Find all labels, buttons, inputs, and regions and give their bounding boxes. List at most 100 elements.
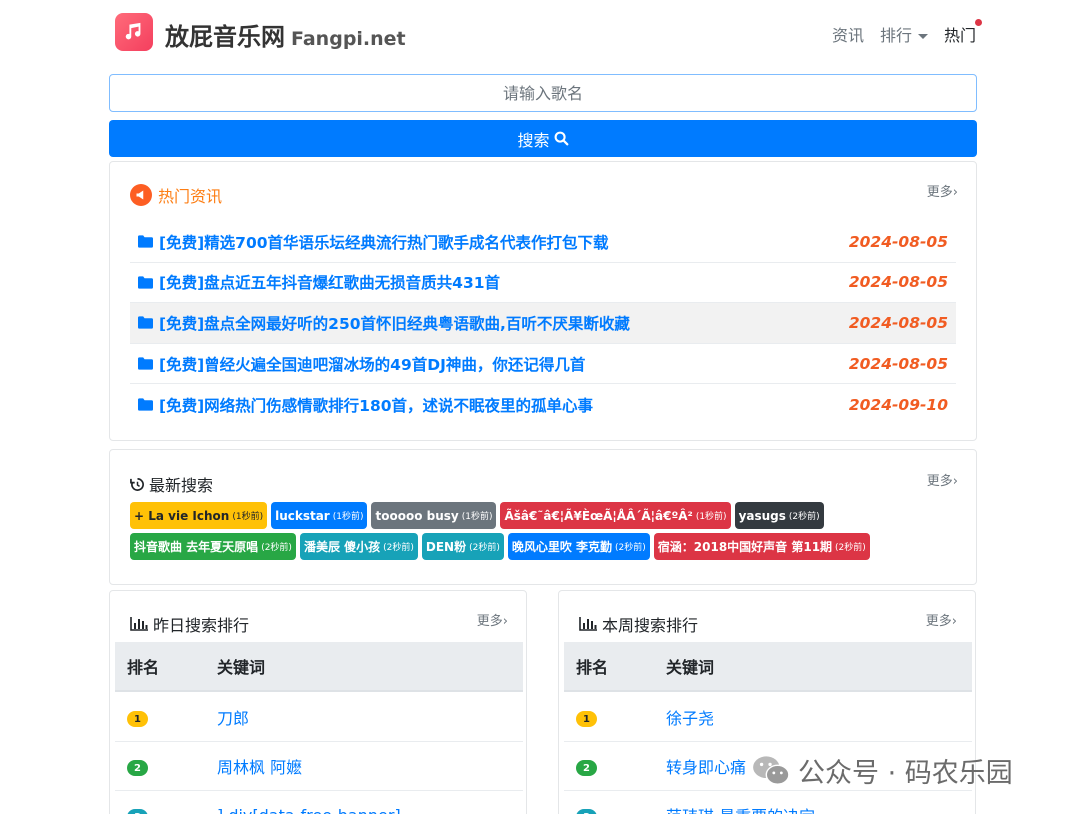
tag-text: tooooo busy — [375, 508, 459, 523]
yesterday-rank-title: 昨日搜索排行 — [153, 616, 250, 635]
folder-icon — [138, 398, 153, 411]
tag-time: (2秒前) — [469, 543, 500, 553]
tag-text: yasugs — [738, 508, 786, 523]
week-rank-more-link[interactable]: 更多› — [926, 610, 957, 629]
recent-search-tag[interactable]: 潘美辰 傻小孩 (2秒前) — [299, 533, 418, 560]
rank-cell: 1 — [564, 707, 666, 728]
rank-badge: 3 — [127, 809, 148, 814]
hot-news-card: 热门资讯 更多› [免费]精选700首华语乐坛经典流行热门歌手成名代表作打包下载… — [109, 161, 977, 441]
recent-search-card: 最新搜索 更多› + La vie Ichon (1秒前) luckstar (1秒前… — [109, 449, 977, 585]
nav-hot[interactable]: 热门 — [943, 19, 982, 46]
tag-text: DEN粉 — [425, 540, 467, 554]
news-title: [免费]网络热门伤感情歌排行180首，述说不眠夜里的孤单心事 — [159, 396, 594, 415]
hot-news-more-link[interactable]: 更多› — [927, 181, 958, 200]
tag-time: (2秒前) — [788, 512, 820, 522]
news-item[interactable]: [免费]曾经火遍全国迪吧溜冰场的49首DJ神曲，你还记得几首 2024-08-0… — [130, 344, 956, 385]
recent-search-tag[interactable]: luckstar (1秒前) — [271, 502, 368, 529]
search-icon — [554, 131, 568, 146]
site-header: 放屁音乐网 Fangpi.net 资讯 排行 热门 — [110, 10, 982, 56]
rank-keyword-link[interactable]: 徐子尧 — [666, 705, 714, 729]
tag-time: (2秒前) — [615, 543, 646, 553]
week-rank-heading: 本周搜索排行 — [579, 612, 698, 636]
notification-dot-icon — [975, 19, 982, 26]
recent-search-tag[interactable]: 抖音歌曲 去年夏天原唱 (2秒前) — [130, 533, 296, 560]
recent-search-tag[interactable]: 宿涵：2018中国好声音 第11期 (2秒前) — [653, 533, 870, 560]
news-link[interactable]: [免费]曾经火遍全国迪吧溜冰场的49首DJ神曲，你还记得几首 — [138, 353, 585, 375]
news-item[interactable]: [免费]精选700首华语乐坛经典流行热门歌手成名代表作打包下载 2024-08-… — [130, 222, 956, 263]
megaphone-icon — [130, 184, 152, 206]
brand-name: 放屁音乐网 — [165, 23, 285, 51]
rank-cell: 3 — [115, 805, 217, 814]
table-row: 1 刀郎 — [115, 693, 523, 742]
table-row: 2 周林枫 阿嬷 — [115, 742, 523, 791]
top-nav: 资讯 排行 热门 — [816, 19, 982, 46]
rank-keyword-link[interactable]: 刀郎 — [217, 705, 249, 729]
rank-cell: 3 — [564, 805, 666, 814]
recent-search-tag[interactable]: tooooo busy (1秒前) — [371, 502, 497, 529]
table-row: 1 徐子尧 — [564, 693, 972, 742]
nav-rank[interactable]: 排行 — [880, 22, 928, 46]
yesterday-rank-rows: 1 刀郎 2 周林枫 阿嬷 3 ] div[data-free-banner] — [115, 693, 523, 814]
tag-text: + La vie Ichon — [134, 508, 230, 523]
yesterday-rank-card: 昨日搜索排行 更多› 排名 关键词 1 刀郎 2 周林枫 阿嬷 3 ] div[… — [109, 590, 527, 814]
recent-search-tag[interactable]: DEN粉 (2秒前) — [421, 533, 504, 560]
col-rank: 排名 — [576, 658, 609, 677]
recent-search-tag[interactable]: + La vie Ichon (1秒前) — [130, 502, 268, 529]
nav-hot-label: 热门 — [943, 26, 976, 45]
search-button[interactable]: 搜索 — [109, 120, 977, 157]
col-keyword: 关键词 — [217, 658, 266, 677]
brand-domain: Fangpi.net — [291, 28, 406, 50]
rank-keyword-link[interactable]: 周林枫 阿嬷 — [217, 754, 302, 778]
rank-keyword-link[interactable]: ] div[data-free-banner] — [217, 806, 401, 814]
news-date: 2024-08-05 — [848, 232, 948, 251]
news-date: 2024-08-05 — [848, 313, 948, 332]
rank-badge: 2 — [127, 760, 148, 777]
tag-time: (2秒前) — [835, 543, 866, 553]
recent-search-heading: 最新搜索 — [130, 472, 213, 496]
recent-search-tag[interactable]: Ãšâ€˜â€¦Ã¥ÈœÃ¦ÅÂ´Ã¦â€ºÂ² (1秒前) — [500, 502, 731, 529]
recent-search-more-link[interactable]: 更多› — [927, 470, 958, 489]
news-title: [免费]盘点全网最好听的250首怀旧经典粤语歌曲,百听不厌果断收藏 — [159, 314, 630, 333]
folder-icon — [138, 276, 153, 289]
news-title: [免费]曾经火遍全国迪吧溜冰场的49首DJ神曲，你还记得几首 — [159, 355, 586, 374]
rank-keyword-link[interactable]: 转身即心痛 — [666, 754, 746, 778]
rank-cell: 2 — [115, 756, 217, 777]
week-rank-title: 本周搜索排行 — [602, 616, 699, 635]
wechat-watermark: 公众号 · 码农乐园 — [752, 751, 1013, 790]
col-keyword: 关键词 — [666, 658, 715, 677]
news-item[interactable]: [免费]网络热门伤感情歌排行180首，述说不眠夜里的孤单心事 2024-09-1… — [130, 384, 956, 425]
site-brand[interactable]: 放屁音乐网 Fangpi.net — [165, 17, 406, 52]
nav-news[interactable]: 资讯 — [832, 22, 864, 46]
caret-down-icon — [917, 34, 928, 39]
tag-text: 晚风心里吹 李克勤 — [511, 540, 613, 554]
music-note-icon[interactable] — [115, 13, 153, 51]
news-link[interactable]: [免费]精选700首华语乐坛经典流行热门歌手成名代表作打包下载 — [138, 231, 609, 253]
rank-table-header: 排名 关键词 — [115, 642, 523, 692]
news-link[interactable]: [免费]盘点全网最好听的250首怀旧经典粤语歌曲,百听不厌果断收藏 — [138, 312, 630, 334]
tag-time: (2秒前) — [261, 543, 292, 553]
yesterday-rank-more-link[interactable]: 更多› — [477, 610, 508, 629]
rank-badge: 3 — [576, 809, 597, 814]
rank-keyword-link[interactable]: 范玮琪 最重要的决定 — [666, 803, 815, 814]
tag-time: (1秒前) — [332, 512, 364, 522]
rank-cell: 1 — [115, 707, 217, 728]
tag-time: (1秒前) — [232, 512, 264, 522]
yesterday-rank-heading: 昨日搜索排行 — [130, 612, 249, 636]
search-input[interactable] — [109, 74, 977, 112]
recent-search-title: 最新搜索 — [149, 476, 214, 495]
rank-cell: 2 — [564, 756, 666, 777]
search-button-label: 搜索 — [517, 130, 550, 150]
nav-rank-label: 排行 — [879, 26, 912, 45]
tag-text: luckstar — [275, 508, 330, 523]
col-rank: 排名 — [127, 658, 160, 677]
recent-search-tag[interactable]: 晚风心里吹 李克勤 (2秒前) — [507, 533, 650, 560]
news-date: 2024-08-05 — [848, 273, 948, 292]
hot-news-list: [免费]精选700首华语乐坛经典流行热门歌手成名代表作打包下载 2024-08-… — [130, 222, 956, 425]
wechat-icon — [753, 755, 790, 785]
news-link[interactable]: [免费]网络热门伤感情歌排行180首，述说不眠夜里的孤单心事 — [138, 394, 593, 416]
news-item[interactable]: [免费]盘点全网最好听的250首怀旧经典粤语歌曲,百听不厌果断收藏 2024-0… — [130, 303, 956, 344]
rank-badge: 1 — [576, 711, 597, 728]
recent-search-tag[interactable]: yasugs (2秒前) — [734, 502, 824, 529]
news-link[interactable]: [免费]盘点近五年抖音爆红歌曲无损音质共431首 — [138, 271, 500, 293]
news-item[interactable]: [免费]盘点近五年抖音爆红歌曲无损音质共431首 2024-08-05 — [130, 263, 956, 304]
